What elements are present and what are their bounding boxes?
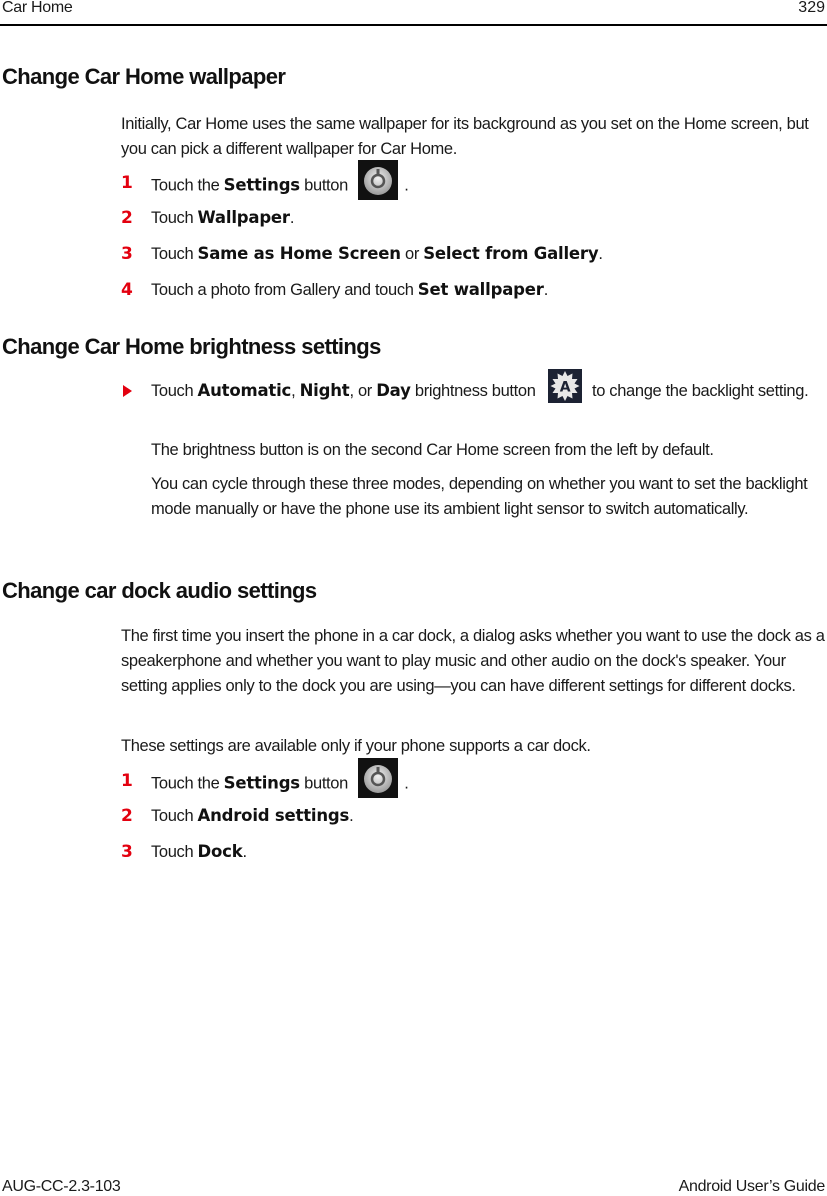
settings-icon [358, 758, 399, 798]
section-title-wallpaper: Change Car Home wallpaper [2, 64, 286, 89]
section-title-dock-audio: Change car dock audio settings [2, 578, 317, 603]
automatic-label: Automatic [197, 381, 292, 400]
step-number: 4 [121, 280, 133, 300]
bullet-arrow-icon [123, 385, 132, 397]
dock-label: Dock [197, 842, 243, 861]
wallpaper-intro: Initially, Car Home uses the same wallpa… [121, 115, 809, 158]
step-number: 1 [121, 771, 133, 791]
step-number: 2 [121, 208, 133, 228]
page-header: Car Home 329 [0, 0, 827, 26]
brightness-note-2: You can cycle through these three modes,… [151, 475, 808, 518]
svg-text:A: A [560, 379, 571, 395]
footer-guide-title: Android User’s Guide [678, 1178, 826, 1195]
dock-audio-note: These settings are available only if you… [121, 737, 591, 755]
wallpaper-label: Wallpaper [197, 208, 291, 227]
step-number: 3 [121, 842, 133, 862]
select-from-gallery-label: Select from Gallery [423, 244, 599, 263]
brightness-note-1: The brightness button is on the second C… [151, 441, 714, 459]
day-label: Day [376, 381, 411, 400]
step-number: 3 [121, 244, 133, 264]
page-number: 329 [798, 0, 825, 16]
dock-audio-intro: The first time you insert the phone in a… [121, 627, 825, 695]
settings-icon [358, 160, 399, 200]
night-label: Night [299, 381, 350, 400]
step-number: 2 [121, 806, 133, 826]
brightness-auto-icon: A [547, 368, 582, 403]
set-wallpaper-label: Set wallpaper [417, 280, 544, 299]
section-title-brightness: Change Car Home brightness settings [2, 334, 381, 359]
header-section-title: Car Home [2, 0, 73, 16]
footer-doc-id: AUG-CC-2.3-103 [2, 1178, 121, 1195]
android-settings-label: Android settings [197, 806, 350, 825]
settings-label: Settings [223, 175, 300, 195]
same-as-home-label: Same as Home Screen [197, 244, 401, 263]
step-number: 1 [121, 173, 133, 193]
settings-label: Settings [223, 773, 300, 793]
